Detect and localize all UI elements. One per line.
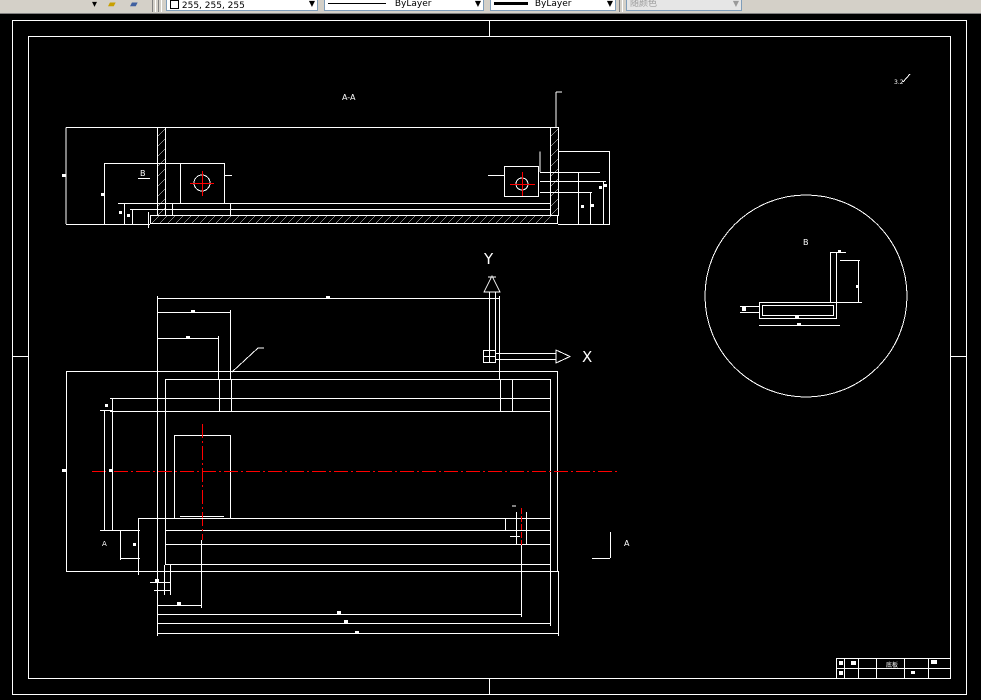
chevron-down-icon[interactable]: ▼: [607, 0, 613, 8]
chevron-down-icon: ▼: [732, 0, 739, 8]
properties-toolbar: ▾ ▰ ▰ 255, 255, 255 ▼ ByLayer ▼ ByLayer …: [0, 0, 981, 14]
chevron-down-icon[interactable]: ▾: [92, 0, 97, 12]
dimension-lines-left: [66, 163, 180, 228]
plotstyle-select: 随颜色 ▼: [626, 0, 742, 11]
toolbar-separator: [152, 0, 156, 12]
right-bearing-housing: [504, 166, 539, 197]
plan-view[interactable]: A A: [62, 174, 630, 636]
toolbar-separator: [619, 0, 623, 12]
roughness-symbol: [902, 73, 911, 83]
lineweight-value: ByLayer: [534, 0, 572, 9]
detail-label: B: [803, 238, 809, 247]
left-letter-label: A: [102, 540, 107, 548]
color-value: 255, 255, 255: [181, 1, 245, 11]
plotstyle-value: 随颜色: [630, 0, 658, 9]
axis-y-label: Y: [483, 250, 494, 268]
roughness-note: 3.2: [894, 79, 904, 86]
title-block-name: 底板: [886, 661, 898, 669]
axis-x-label: X: [582, 348, 592, 366]
linetype-select[interactable]: ByLayer ▼: [324, 0, 484, 11]
chevron-down-icon[interactable]: ▼: [309, 0, 315, 8]
color-select[interactable]: 255, 255, 255 ▼: [166, 0, 318, 11]
detail-view-b[interactable]: B: [704, 194, 908, 398]
toolbar-separator: [158, 0, 162, 12]
detail-callout-label: B: [140, 169, 146, 178]
layer-states-icon[interactable]: ▰: [108, 0, 116, 12]
detail-circle: [704, 194, 908, 398]
linetype-preview: [328, 3, 386, 4]
layer-previous-icon[interactable]: ▰: [130, 0, 138, 12]
right-bearing-plan: [505, 518, 551, 531]
view-direction-label: A: [624, 539, 630, 548]
lineweight-preview: [494, 2, 528, 5]
color-swatch-icon: [170, 0, 179, 9]
model-space-canvas[interactable]: A-A B Y X A A B 3.2 底板: [0, 14, 981, 700]
lineweight-select[interactable]: ByLayer ▼: [490, 0, 616, 11]
linetype-value: ByLayer: [394, 0, 432, 9]
section-label: A-A: [342, 93, 356, 102]
section-view-a-a[interactable]: A-A B: [65, 91, 610, 228]
view-direction-arrow: [592, 532, 611, 559]
title-block: 底板: [836, 658, 951, 679]
chevron-down-icon[interactable]: ▼: [475, 0, 481, 8]
